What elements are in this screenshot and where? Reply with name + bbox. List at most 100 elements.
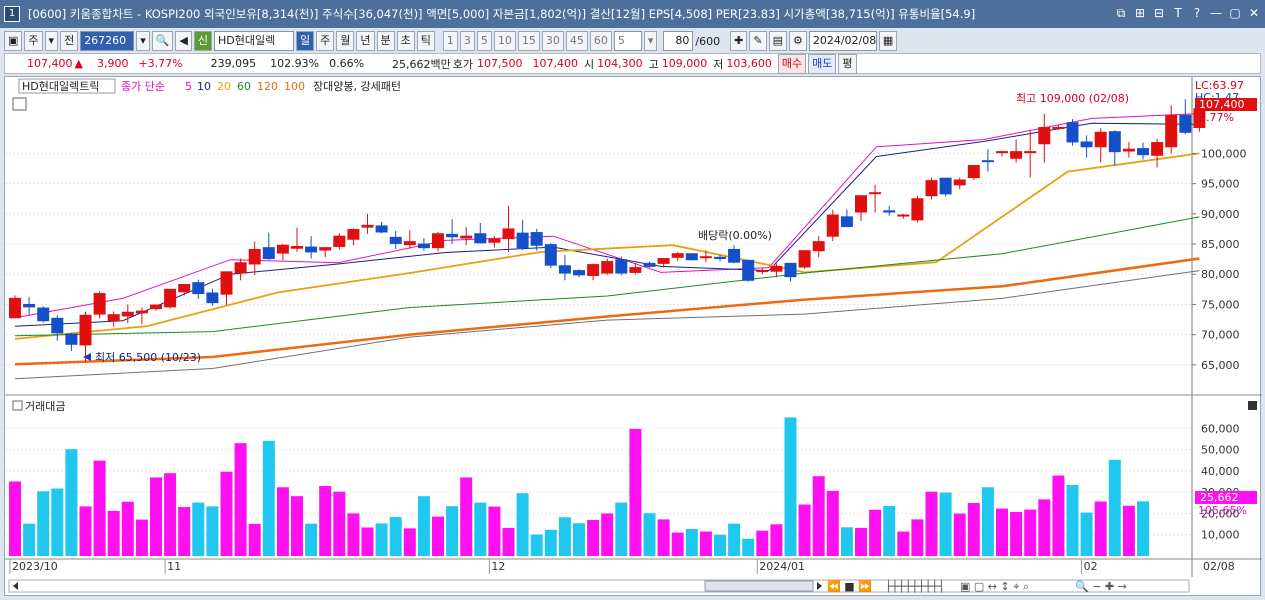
volume-last: 25,662 [1200, 491, 1239, 504]
volume-bar [107, 510, 120, 556]
prev-type-button[interactable]: 전 [60, 31, 79, 51]
stock-code-input[interactable]: 267260 [80, 31, 135, 51]
min-5-button[interactable]: 5 [476, 31, 492, 51]
buy-button[interactable]: 매수 [777, 53, 807, 74]
stock-type-select[interactable]: 주 [24, 31, 43, 51]
volume-bar [51, 488, 64, 556]
help-icon[interactable]: ? [1190, 5, 1204, 21]
sell-button[interactable]: 매도 [808, 53, 837, 74]
min-10-button[interactable]: 10 [493, 31, 516, 51]
candle-up [9, 295, 21, 319]
minimize-icon[interactable]: — [1209, 5, 1223, 21]
price-tick-label: 100,000 [1201, 147, 1247, 160]
volume-bar [897, 531, 910, 556]
maximize-icon[interactable]: ▢ [1228, 5, 1242, 21]
app-icon[interactable]: 1 [4, 6, 20, 22]
tab-day[interactable]: 일 [296, 31, 315, 51]
tile-icon[interactable]: ⊞ [1133, 5, 1147, 21]
tab-tick[interactable]: 틱 [416, 31, 435, 51]
avg-button[interactable]: 평 [838, 53, 857, 74]
candle-body [135, 310, 148, 314]
float-icon[interactable]: ⧉ [1114, 5, 1128, 21]
price-axis: 100,000 95,000 90,000 85,000 80,000 75,000 70,… [1192, 147, 1247, 372]
count-input[interactable]: 80 [663, 31, 694, 51]
zoom-slider-icon[interactable]: ├┼┼┼┼┼┼┼┤ [885, 579, 945, 593]
last-price: 107,400 [1199, 98, 1245, 111]
candle-up [911, 195, 924, 223]
volume-bar [23, 523, 36, 556]
bid-price: 107,400 [532, 57, 579, 70]
candle-body [1179, 114, 1192, 133]
candle-body [474, 233, 487, 244]
volume-bar [474, 502, 487, 556]
volume-bar [37, 491, 50, 556]
close-icon[interactable]: ✕ [1247, 5, 1261, 21]
candle-up [93, 291, 106, 319]
stock-dropdown-icon[interactable]: ▾ [136, 31, 150, 51]
tab-month[interactable]: 월 [336, 31, 355, 51]
time-tick-label: 02 [1084, 560, 1098, 573]
volume-bar [826, 490, 839, 556]
chart-tools-icon[interactable]: ▣ ▢ ↔ ↕ ⌖ ⌕ [960, 580, 1029, 593]
tab-second[interactable]: 초 [396, 31, 415, 51]
candle-body [333, 235, 346, 247]
candle-body [685, 253, 698, 261]
min-60-button[interactable]: 60 [589, 31, 612, 51]
chevron-down-icon[interactable]: ▾ [44, 31, 59, 51]
crosshair-icon[interactable]: ✚ [730, 31, 748, 51]
price-tick-label: 70,000 [1201, 329, 1240, 342]
draw-icon[interactable]: ✎ [749, 31, 767, 51]
sound-icon[interactable]: ◀ [175, 31, 192, 51]
grid-toggle-icon[interactable] [12, 97, 27, 111]
volume-bar [403, 528, 416, 556]
candle-body [375, 225, 388, 233]
volume-bar [305, 523, 318, 556]
volume-pane-icon[interactable] [12, 400, 23, 411]
candle-body [953, 179, 966, 186]
tab-week[interactable]: 주 [316, 31, 335, 51]
min-3-button[interactable]: 3 [459, 31, 475, 51]
candle-body [728, 248, 741, 263]
minute-value-input[interactable]: 5 [613, 31, 642, 51]
text-icon[interactable]: T [1171, 5, 1185, 21]
candle-body [1010, 151, 1023, 159]
candle-body [770, 265, 783, 272]
candle-body [319, 247, 332, 251]
candle-down [685, 253, 698, 261]
low-price: 103,600 [726, 57, 772, 70]
candle-body [79, 314, 92, 346]
candle-body [643, 262, 656, 267]
turnover-rate: 0.66% [329, 57, 365, 70]
tab-year[interactable]: 년 [356, 31, 375, 51]
save-icon[interactable]: ▤ [768, 31, 787, 51]
min-15-button[interactable]: 15 [517, 31, 540, 51]
volume-pane-close-icon[interactable] [1248, 401, 1257, 410]
candle-down [742, 259, 755, 282]
ma60-legend: 60 [237, 80, 251, 93]
volume-bar [1052, 475, 1065, 556]
zoom-buttons-icon[interactable]: 🔍 − ✚ → [1075, 579, 1127, 593]
tab-minute[interactable]: 분 [376, 31, 395, 51]
min-30-button[interactable]: 30 [541, 31, 564, 51]
ask-price: 107,500 [477, 57, 523, 70]
scrollbar-thumb[interactable] [704, 580, 814, 592]
min-45-button[interactable]: 45 [565, 31, 588, 51]
split-icon[interactable]: ⊟ [1152, 5, 1166, 21]
layout-icon[interactable]: ▣ [4, 31, 23, 51]
chart-area[interactable]: 100,000 95,000 90,000 85,000 80,000 75,000 70,… [4, 76, 1262, 597]
volume-bar [756, 530, 769, 556]
search-icon[interactable]: 🔍 [151, 31, 174, 51]
volume-bar [446, 506, 459, 556]
candle-body [996, 151, 1008, 154]
minute-dropdown-icon[interactable]: ▾ [643, 31, 658, 51]
calendar-icon[interactable]: ▦ [878, 31, 898, 51]
min-1-button[interactable]: 1 [442, 31, 458, 51]
date-input[interactable]: 2024/02/08 [808, 31, 877, 51]
playback-controls-icon[interactable]: ⏪ ■ ⏩ [827, 580, 872, 593]
trade-amount: 25,662백만 [392, 57, 451, 71]
stock-chart[interactable]: 100,000 95,000 90,000 85,000 80,000 75,000 70,… [5, 77, 1262, 597]
volume-bar [558, 517, 571, 556]
gear-icon[interactable]: ⚙ [788, 31, 807, 51]
volume-bars [9, 417, 1149, 556]
volume-bar [65, 449, 78, 556]
